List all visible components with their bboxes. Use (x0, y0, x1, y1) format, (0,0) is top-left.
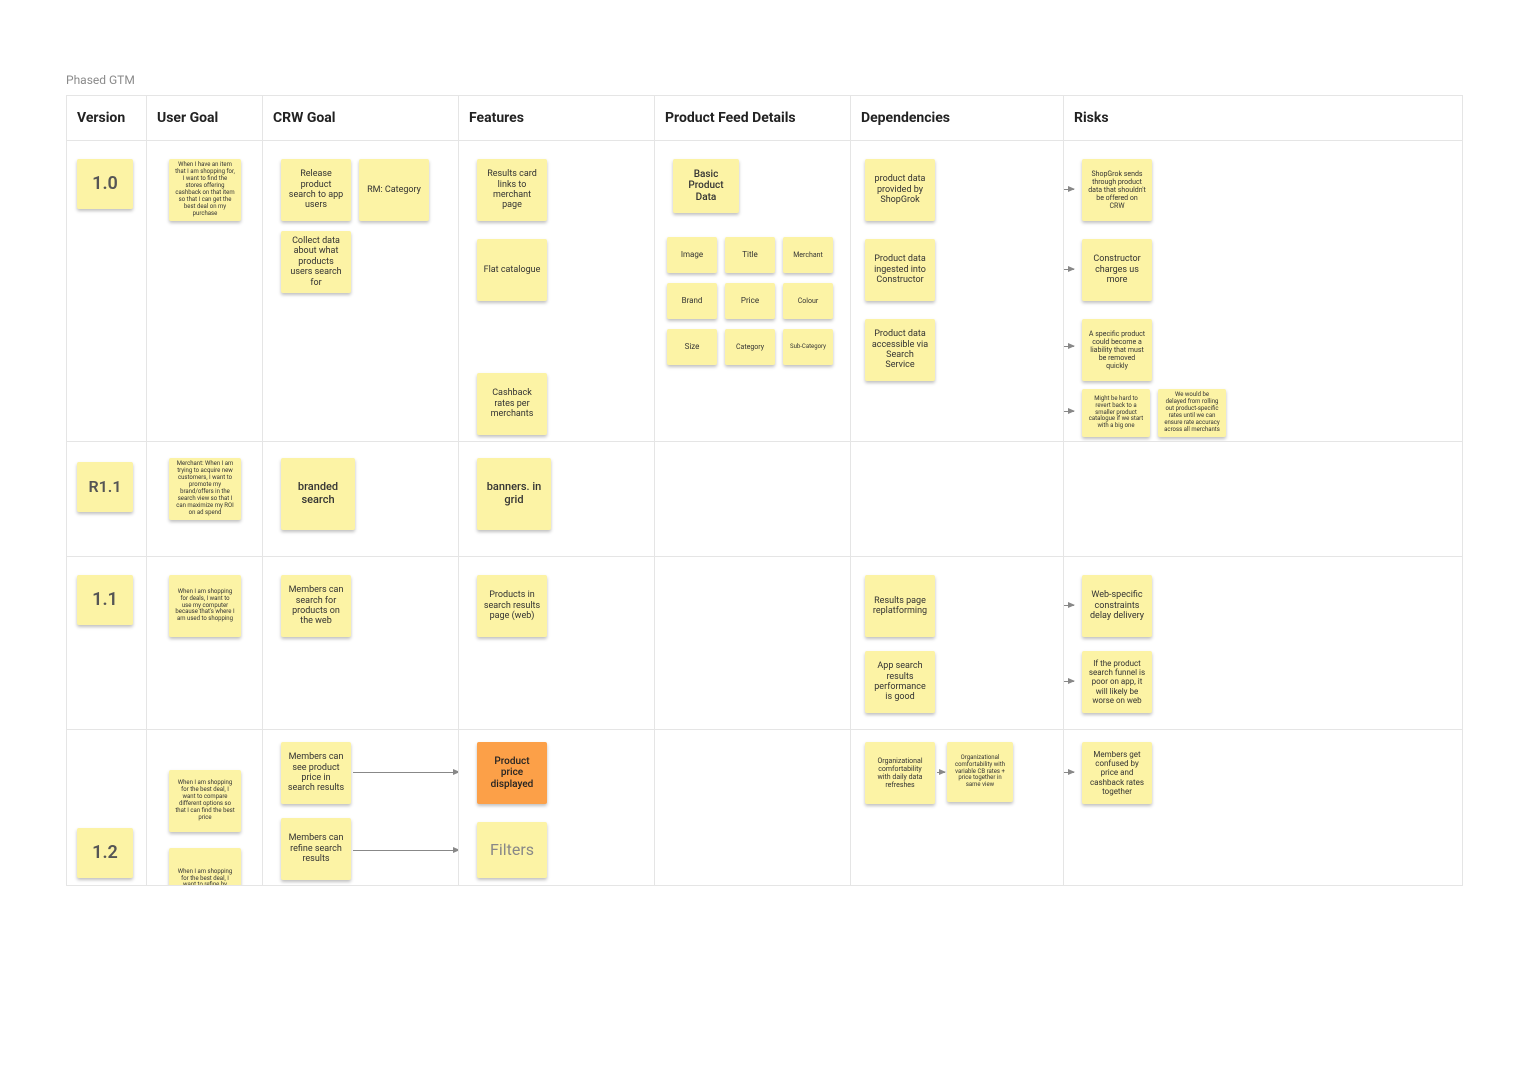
col-product-feed: Product Feed Details (655, 96, 851, 140)
crw-1.0-release[interactable]: Release product search to app users (281, 159, 351, 221)
row-v1.1: 1.1 When I am shopping for deals, I want… (67, 557, 1462, 730)
row-v1.0: 1.0 When I have an item that I am shoppi… (67, 141, 1462, 442)
arrow-dep1-risk1 (1064, 189, 1074, 190)
arrow-1.2-deps (937, 772, 945, 773)
risk-1.1-funnel[interactable]: If the product search funnel is poor on … (1082, 651, 1152, 713)
pfd-colour[interactable]: Colour (783, 283, 833, 319)
pfd-price[interactable]: Price (725, 283, 775, 319)
crw-1.0-collect[interactable]: Collect data about what products users s… (281, 231, 351, 293)
feat-1.2-filters[interactable]: Filters (477, 822, 547, 878)
row-v1.2: 1.2 When I am shopping for the best deal… (67, 730, 1462, 885)
header-row: Version User Goal CRW Goal Features Prod… (67, 96, 1462, 141)
dep-1.1-replat[interactable]: Results page replatforming (865, 575, 935, 637)
arrow-1.2-price (353, 772, 459, 773)
version-1.0[interactable]: 1.0 (77, 159, 133, 209)
risk-1.0-shopgrok[interactable]: ShopGrok sends through product data that… (1082, 159, 1152, 221)
matrix: Version User Goal CRW Goal Features Prod… (66, 95, 1463, 886)
arrow-1.1-b (1064, 681, 1074, 682)
crw-r1.1[interactable]: branded search (281, 458, 355, 530)
dep-1.0-search[interactable]: Product data accessible via Search Servi… (865, 319, 935, 381)
pfd-merchant[interactable]: Merchant (783, 237, 833, 273)
col-risks: Risks (1064, 96, 1462, 140)
risk-1.2-confused[interactable]: Members get confused by price and cashba… (1082, 742, 1152, 804)
usergoal-1.2b[interactable]: When I am shopping for the best deal, I … (169, 848, 241, 885)
arrow-dep2-risk2 (1064, 269, 1074, 270)
col-features: Features (459, 96, 655, 140)
col-user-goal: User Goal (147, 96, 263, 140)
pfd-brand[interactable]: Brand (667, 283, 717, 319)
version-1.2[interactable]: 1.2 (77, 828, 133, 878)
crw-1.2-price[interactable]: Members can see product price in search … (281, 742, 351, 804)
feat-1.2-price[interactable]: Product price displayed (477, 742, 547, 804)
crw-1.0-rm[interactable]: RM: Category (359, 159, 429, 221)
pfd-title[interactable]: Title (725, 237, 775, 273)
usergoal-1.2a[interactable]: When I am shopping for the best deal, I … (169, 770, 241, 832)
risk-1.0-delay[interactable]: We would be delayed from rolling out pro… (1158, 389, 1226, 437)
pfd-size[interactable]: Size (667, 329, 717, 365)
risk-1.0-liab[interactable]: A specific product could become a liabil… (1082, 319, 1152, 381)
dep-1.2-daily[interactable]: Organizational comfortability with daily… (865, 742, 935, 804)
feat-1.1[interactable]: Products in search results page (web) (477, 575, 547, 637)
usergoal-1.0[interactable]: When I have an item that I am shopping f… (169, 159, 241, 221)
col-crw-goal: CRW Goal (263, 96, 459, 140)
arrow-dep3-risk4 (1064, 411, 1074, 412)
row-r1.1: R1.1 Merchant: When I am trying to acqui… (67, 442, 1462, 557)
feat-1.0-cbrates[interactable]: Cashback rates per merchants (477, 373, 547, 435)
dep-1.1-appperf[interactable]: App search results performance is good (865, 651, 935, 713)
feat-r1.1[interactable]: banners. in grid (477, 458, 551, 530)
pfd-basic[interactable]: Basic Product Data (673, 159, 739, 213)
dep-1.2-sameview[interactable]: Organizational comfortability with varia… (947, 742, 1013, 802)
arrow-1.2-filter (353, 850, 459, 851)
arrow-1.2-risk (1064, 772, 1074, 773)
dep-1.0-constructor[interactable]: Product data ingested into Constructor (865, 239, 935, 301)
usergoal-r1.1[interactable]: Merchant: When I am trying to acquire ne… (169, 458, 241, 520)
canvas[interactable]: Phased GTM Version User Goal CRW Goal Fe… (0, 0, 1527, 1091)
crw-1.1[interactable]: Members can search for products on the w… (281, 575, 351, 637)
feat-1.0-resultscard[interactable]: Results card links to merchant page (477, 159, 547, 221)
risk-1.0-charge[interactable]: Constructor charges us more (1082, 239, 1152, 301)
pfd-category[interactable]: Category (725, 329, 775, 365)
crw-1.2-refine[interactable]: Members can refine search results (281, 818, 351, 880)
col-version: Version (67, 96, 147, 140)
board-title: Phased GTM (66, 73, 135, 87)
pfd-subcat[interactable]: Sub-Category (783, 329, 833, 365)
version-r1.1[interactable]: R1.1 (77, 462, 133, 512)
col-dependencies: Dependencies (851, 96, 1064, 140)
usergoal-1.1[interactable]: When I am shopping for deals, I want to … (169, 575, 241, 637)
pfd-image[interactable]: Image (667, 237, 717, 273)
feat-1.0-flatcat[interactable]: Flat catalogue (477, 239, 547, 301)
risk-1.0-revert[interactable]: Might be hard to revert back to a smalle… (1082, 389, 1150, 437)
arrow-1.1-a (1064, 605, 1074, 606)
risk-1.1-web[interactable]: Web-specific constraints delay delivery (1082, 575, 1152, 637)
arrow-dep3-risk3 (1064, 346, 1074, 347)
dep-1.0-shopgrok[interactable]: product data provided by ShopGrok (865, 159, 935, 221)
version-1.1[interactable]: 1.1 (77, 575, 133, 625)
